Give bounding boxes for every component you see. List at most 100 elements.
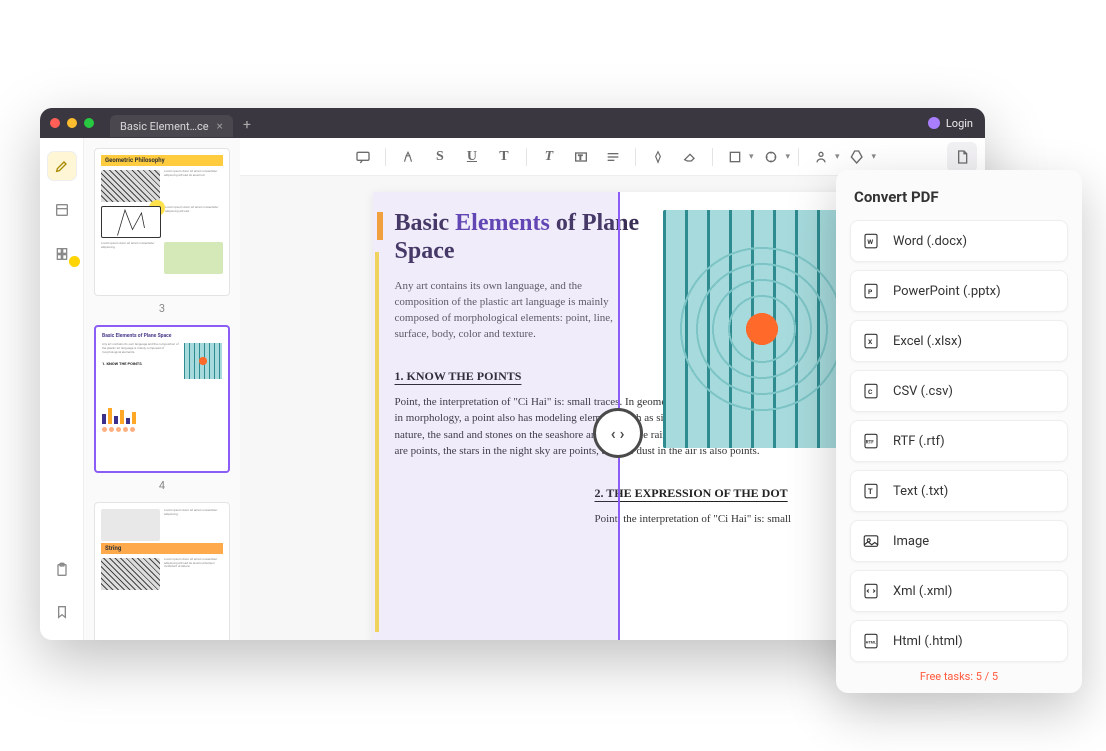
- section-2-paragraph: Point, the interpretation of "Ci Hai" is…: [595, 511, 831, 528]
- convert-html-button[interactable]: HTML Html (.html): [850, 620, 1068, 662]
- strikethrough-icon[interactable]: S: [426, 143, 454, 171]
- page-hero-image: [663, 210, 861, 448]
- thumb3-art2: [101, 206, 161, 238]
- thumb3-text2: Lorem ipsum dolor sit amet consectetur a…: [165, 206, 223, 238]
- svg-text:HTML: HTML: [866, 640, 876, 644]
- svg-text:P: P: [868, 288, 873, 296]
- thumb5-art2: [101, 558, 160, 590]
- format-label: Text (.txt): [893, 484, 948, 499]
- word-file-icon: W: [861, 231, 881, 251]
- tab-label: Basic Element…ce: [120, 120, 209, 133]
- powerpoint-file-icon: P: [861, 281, 881, 301]
- intro-paragraph: Any art contains its own language, and t…: [395, 279, 625, 343]
- convert-panel-toggle[interactable]: [947, 142, 977, 172]
- svg-text:C: C: [868, 388, 873, 396]
- convert-csv-button[interactable]: C CSV (.csv): [850, 370, 1068, 412]
- svg-text:T: T: [578, 153, 582, 161]
- thumb3-text1: Lorem ipsum dolor sit amet consectetur a…: [164, 170, 223, 202]
- format-label: Word (.docx): [893, 234, 967, 249]
- convert-excel-button[interactable]: X Excel (.xlsx): [850, 320, 1068, 362]
- thumbnails-panel: Geometric Philosophy Lorem ipsum dolor s…: [84, 138, 240, 640]
- svg-text:RTF: RTF: [866, 439, 875, 445]
- titlebar: Basic Element…ce × + Login: [40, 108, 985, 138]
- section-heading-2: 2. THE EXPRESSION OF THE DOT: [595, 486, 831, 501]
- convert-word-button[interactable]: W Word (.docx): [850, 220, 1068, 262]
- html-file-icon: HTML: [861, 631, 881, 651]
- thumb3-art3: [164, 242, 223, 274]
- text-tool-icon[interactable]: T: [490, 143, 518, 171]
- excel-file-icon: X: [861, 331, 881, 351]
- thumb5-art1: [101, 509, 160, 541]
- format-label: Xml (.xml): [893, 584, 952, 599]
- maximize-window-button[interactable]: [84, 118, 94, 128]
- thumbnail-page-5[interactable]: Lorem ipsum dolor sit amet consectetur a…: [94, 502, 230, 640]
- text-file-icon: T: [861, 481, 881, 501]
- underline-icon[interactable]: U: [458, 143, 486, 171]
- format-label: Excel (.xlsx): [893, 334, 962, 349]
- align-icon[interactable]: [599, 143, 627, 171]
- page-layout-icon[interactable]: [48, 196, 76, 224]
- left-rail: [40, 138, 84, 640]
- thumb3-art1: [101, 170, 160, 202]
- chevron-left-icon: ‹: [611, 424, 616, 443]
- signature-icon[interactable]: [807, 143, 835, 171]
- svg-text:T: T: [868, 487, 873, 496]
- clipboard-icon[interactable]: [48, 556, 76, 584]
- shape-icon[interactable]: [721, 143, 749, 171]
- document-tab[interactable]: Basic Element…ce ×: [110, 115, 233, 137]
- bookmark-icon[interactable]: [48, 598, 76, 626]
- chevron-down-icon[interactable]: ▾: [835, 152, 840, 162]
- svg-text:X: X: [868, 338, 873, 346]
- pen-icon[interactable]: [644, 143, 672, 171]
- chevron-right-icon: ›: [620, 424, 625, 443]
- comment-icon[interactable]: [349, 143, 377, 171]
- thumb4-image: [184, 343, 222, 379]
- thumb4-number: 4: [94, 479, 230, 492]
- window-controls: [50, 118, 94, 128]
- fill-color-icon[interactable]: [844, 143, 872, 171]
- highlighter-tool-icon[interactable]: [48, 152, 76, 180]
- csv-file-icon: C: [861, 381, 881, 401]
- format-label: RTF (.rtf): [893, 434, 945, 449]
- convert-image-button[interactable]: Image: [850, 520, 1068, 562]
- convert-panel-title: Convert PDF: [850, 188, 1068, 206]
- convert-text-button[interactable]: T Text (.txt): [850, 470, 1068, 512]
- format-label: CSV (.csv): [893, 384, 953, 399]
- compare-handle[interactable]: ‹ ›: [593, 408, 643, 458]
- convert-xml-button[interactable]: Xml (.xml): [850, 570, 1068, 612]
- thumb4-bars: [102, 404, 222, 424]
- login-button[interactable]: Login: [946, 117, 973, 130]
- titlebar-right: Login: [928, 117, 973, 130]
- thumb4-title: Basic Elements of Plane Space: [102, 333, 222, 339]
- eraser-icon[interactable]: [676, 143, 704, 171]
- stamp-icon[interactable]: [757, 143, 785, 171]
- close-window-button[interactable]: [50, 118, 60, 128]
- chevron-down-icon[interactable]: ▾: [872, 152, 877, 162]
- thumb5-text1: Lorem ipsum dolor sit amet consectetur a…: [164, 509, 223, 539]
- thumb4-dots: [102, 427, 222, 432]
- format-label: Image: [893, 534, 929, 549]
- convert-rtf-button[interactable]: RTF RTF (.rtf): [850, 420, 1068, 462]
- active-tool-indicator: [67, 254, 82, 269]
- thumbnail-page-4[interactable]: Basic Elements of Plane Space Any art co…: [94, 325, 230, 473]
- new-tab-button[interactable]: +: [243, 117, 251, 133]
- rtf-file-icon: RTF: [861, 431, 881, 451]
- minimize-window-button[interactable]: [67, 118, 77, 128]
- textbox-icon[interactable]: T: [567, 143, 595, 171]
- page-title: Basic Elements of Plane Space: [395, 210, 655, 265]
- thumb3-banner: Geometric Philosophy: [101, 155, 223, 166]
- format-label: Html (.html): [893, 634, 963, 649]
- thumbnail-page-3[interactable]: Geometric Philosophy Lorem ipsum dolor s…: [94, 148, 230, 296]
- highlight-icon[interactable]: [394, 143, 422, 171]
- thumb3-text3: Lorem ipsum dolor sit amet consectetur a…: [101, 242, 160, 274]
- chevron-down-icon[interactable]: ▾: [749, 152, 754, 162]
- thumb5-banner: String: [101, 543, 223, 554]
- text-style-icon[interactable]: T: [535, 143, 563, 171]
- svg-text:W: W: [867, 238, 873, 246]
- convert-pdf-panel: Convert PDF W Word (.docx) P PowerPoint …: [836, 170, 1082, 693]
- thumb5-text2: Lorem ipsum dolor sit amet consectetur a…: [164, 558, 223, 602]
- thumb3-number: 3: [94, 302, 230, 315]
- convert-powerpoint-button[interactable]: P PowerPoint (.pptx): [850, 270, 1068, 312]
- chevron-down-icon[interactable]: ▾: [785, 152, 790, 162]
- close-tab-icon[interactable]: ×: [217, 119, 223, 133]
